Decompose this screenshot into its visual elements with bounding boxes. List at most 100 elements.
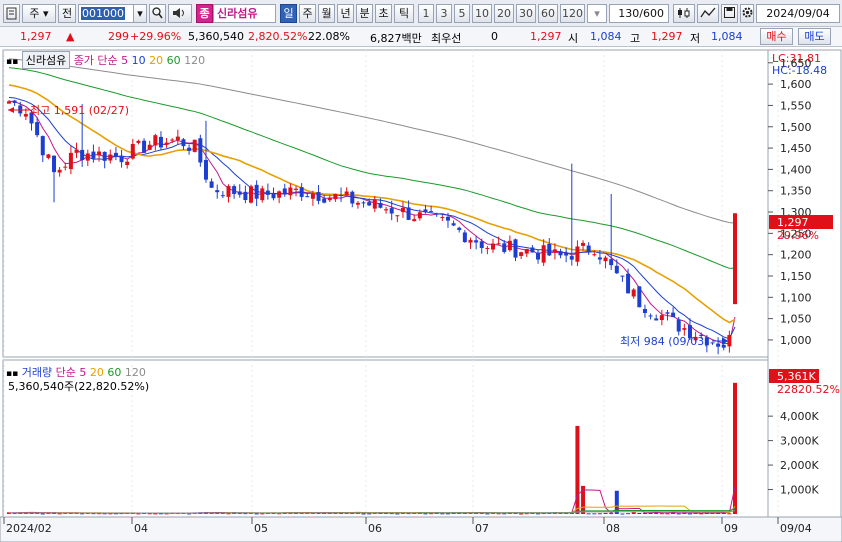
candle-body	[102, 151, 107, 161]
candle-body	[631, 289, 636, 297]
up-arrow-icon: ▲	[66, 30, 75, 43]
period-tab-week[interactable]: 주	[299, 4, 316, 23]
candle-body	[530, 247, 535, 253]
candle-body	[597, 257, 602, 260]
ma20-label: 20	[149, 54, 164, 67]
period-tab-day[interactable]: 일	[280, 4, 297, 23]
candle-body	[440, 217, 445, 219]
candle-body	[389, 208, 394, 214]
price-axis-label: 1,200	[780, 249, 812, 262]
candle-body	[294, 188, 299, 190]
candle-body	[170, 139, 175, 141]
volume-bar	[57, 513, 62, 515]
volume-bar	[631, 512, 636, 514]
stock-code-input[interactable]: 001000	[78, 4, 134, 23]
chevron-down-icon: ▾	[594, 7, 600, 20]
candle-body	[626, 273, 631, 294]
period-tab-second[interactable]: 초	[375, 4, 392, 23]
candle-body	[367, 202, 372, 206]
candle-body	[524, 248, 529, 254]
candle-body	[57, 169, 62, 173]
candle-body	[215, 190, 220, 193]
candle-body	[18, 105, 23, 114]
chart-canvas[interactable]: 1,6501,6001,5501,5001,4501,4001,3501,300…	[0, 48, 842, 542]
low-price: 1,084	[711, 30, 743, 43]
candle-body	[153, 135, 158, 146]
code-dropdown-button[interactable]: ▾	[133, 4, 147, 23]
stock-type-badge: 종	[196, 4, 213, 23]
candle-body	[648, 315, 653, 317]
panel-icon[interactable]: ▪▪	[6, 57, 18, 67]
candle-body	[372, 199, 377, 209]
search-icon[interactable]	[149, 4, 166, 23]
candle-body	[445, 216, 450, 221]
date-field[interactable]: 2024/09/04	[756, 4, 840, 23]
candle-body	[327, 197, 332, 201]
candle-body	[198, 138, 203, 163]
minute-option-3[interactable]: 3	[436, 4, 452, 23]
candle-body	[226, 186, 231, 197]
candle-body	[164, 142, 169, 145]
period-tab-month[interactable]: 월	[318, 4, 335, 23]
candle-body	[316, 192, 321, 201]
candle-body	[91, 151, 96, 159]
candle-body	[659, 315, 664, 320]
prev-button[interactable]: 전	[58, 4, 76, 23]
chart-settings-icon[interactable]	[3, 4, 20, 23]
price-panel-name[interactable]: 신라섬유	[21, 51, 71, 69]
chart-area[interactable]: 1,650 1,600 1,550 1,500 1,450 1,400 1,350 1,300…	[0, 48, 842, 542]
candle-body	[564, 252, 569, 256]
candle-body	[654, 318, 659, 321]
sell-button[interactable]: 매도	[798, 28, 831, 45]
candle-type-icon[interactable]	[673, 4, 695, 23]
volume: 5,360,540	[188, 30, 244, 43]
minute-option-60[interactable]: 60	[538, 4, 558, 23]
market-select[interactable]: 주 ▾	[22, 4, 56, 23]
candle-body	[147, 144, 152, 150]
candle-body	[412, 219, 417, 222]
candle-body	[575, 246, 580, 262]
candle-body	[665, 312, 670, 314]
volume-bar	[440, 513, 445, 515]
volume-axis-label: 3,000K	[780, 435, 819, 448]
candle-body	[125, 161, 130, 165]
minute-option-10[interactable]: 10	[472, 4, 492, 23]
candle-body	[119, 156, 124, 163]
candle-body	[344, 191, 349, 195]
candle-body	[682, 328, 687, 330]
sound-icon[interactable]	[168, 4, 192, 23]
candle-body	[63, 166, 68, 168]
candle-body	[552, 249, 557, 253]
drawing-tool-icon[interactable]	[697, 4, 719, 23]
period-tab-tick[interactable]: 틱	[394, 4, 414, 23]
candle-body	[254, 184, 259, 199]
volume-bar	[727, 513, 732, 515]
buy-button[interactable]: 매수	[760, 28, 793, 45]
candle-body	[130, 143, 135, 159]
candle-body	[85, 153, 90, 161]
candle-body	[260, 188, 265, 201]
minute-option-1[interactable]: 1	[418, 4, 434, 23]
period-tab-minute[interactable]: 분	[356, 4, 373, 23]
minute-option-30[interactable]: 30	[516, 4, 536, 23]
candle-body	[485, 247, 490, 249]
candle-body	[710, 342, 715, 344]
candle-body	[603, 257, 608, 262]
volume-value-text: 5,360,540주(22,820.52%)	[8, 380, 150, 393]
save-icon[interactable]	[721, 4, 738, 23]
gear-icon[interactable]	[740, 4, 754, 23]
minute-option-120[interactable]: 120	[560, 4, 585, 23]
period-input-dropdown[interactable]: ▾	[587, 4, 607, 23]
volume-axis-label: 1,000K	[780, 484, 819, 497]
candle-body	[232, 186, 237, 194]
price-axis-label: 1,350	[780, 185, 812, 198]
minute-option-5[interactable]: 5	[454, 4, 470, 23]
candle-body	[350, 191, 355, 204]
minute-option-20[interactable]: 20	[494, 4, 514, 23]
period-tab-year[interactable]: 년	[337, 4, 354, 23]
high-marker-label: 최고 1,591 (02/27)	[30, 104, 129, 117]
candle-body	[158, 136, 163, 148]
candle-body	[395, 215, 400, 217]
candle-body	[507, 240, 512, 251]
volume-bar	[361, 513, 366, 515]
